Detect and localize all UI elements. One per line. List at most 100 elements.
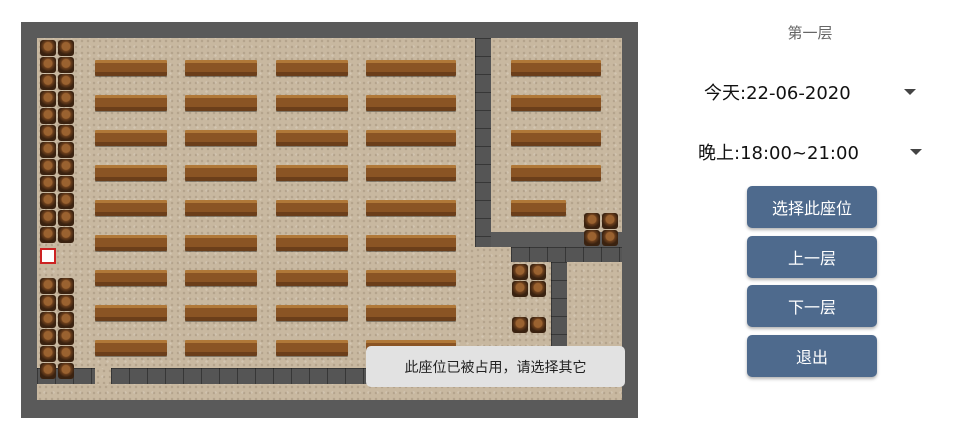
seat[interactable] xyxy=(40,346,56,362)
desk xyxy=(276,235,348,251)
seat[interactable] xyxy=(512,281,528,297)
seat[interactable] xyxy=(530,281,546,297)
seat[interactable] xyxy=(40,363,56,379)
desk xyxy=(95,270,167,286)
seat[interactable] xyxy=(40,278,56,294)
desk xyxy=(511,60,601,76)
desk xyxy=(366,95,456,111)
seat[interactable] xyxy=(40,193,56,209)
seat[interactable] xyxy=(602,213,618,229)
seat[interactable] xyxy=(40,227,56,243)
date-spinner[interactable]: 今天:22-06-2020 xyxy=(704,77,919,107)
seat[interactable] xyxy=(58,312,74,328)
seat[interactable] xyxy=(58,176,74,192)
seat[interactable] xyxy=(58,108,74,124)
desk xyxy=(185,305,257,321)
date-spinner-value: 今天:22-06-2020 xyxy=(704,83,851,104)
seat[interactable] xyxy=(40,159,56,175)
desk xyxy=(511,165,601,181)
seat[interactable] xyxy=(58,74,74,90)
seat[interactable] xyxy=(40,91,56,107)
desk xyxy=(276,60,348,76)
seat[interactable] xyxy=(40,312,56,328)
selected-seat-marker[interactable] xyxy=(40,248,56,264)
seat[interactable] xyxy=(58,142,74,158)
seat[interactable] xyxy=(40,176,56,192)
seat[interactable] xyxy=(58,159,74,175)
desk xyxy=(95,235,167,251)
desk xyxy=(185,270,257,286)
wall-right-room-bottom xyxy=(511,247,622,262)
seat[interactable] xyxy=(40,142,56,158)
seat[interactable] xyxy=(58,329,74,345)
floor-title: 第一层 xyxy=(787,24,833,42)
desk xyxy=(276,130,348,146)
next-floor-button[interactable]: 下一层 xyxy=(747,285,877,327)
desk xyxy=(276,95,348,111)
prev-floor-button[interactable]: 上一层 xyxy=(747,236,877,278)
desk xyxy=(185,95,257,111)
seat[interactable] xyxy=(512,317,528,333)
desk xyxy=(366,305,456,321)
floor-door-left xyxy=(95,368,111,384)
desk xyxy=(366,165,456,181)
seat[interactable] xyxy=(58,227,74,243)
wall-divider xyxy=(475,38,491,247)
desk xyxy=(95,60,167,76)
time-spinner[interactable]: 晚上:18:00~21:00 xyxy=(698,137,923,167)
seat[interactable] xyxy=(602,230,618,246)
desk xyxy=(185,60,257,76)
seat[interactable] xyxy=(40,57,56,73)
select-seat-button[interactable]: 选择此座位 xyxy=(747,186,877,228)
seat[interactable] xyxy=(40,108,56,124)
desk xyxy=(366,60,456,76)
seat[interactable] xyxy=(58,346,74,362)
seat[interactable] xyxy=(58,295,74,311)
desk xyxy=(511,95,601,111)
desk xyxy=(276,165,348,181)
desk xyxy=(185,130,257,146)
exit-button[interactable]: 退出 xyxy=(747,335,877,377)
desk xyxy=(95,130,167,146)
desk xyxy=(95,95,167,111)
dropdown-arrow-icon[interactable] xyxy=(904,89,916,95)
seat[interactable] xyxy=(58,210,74,226)
dropdown-arrow-icon[interactable] xyxy=(910,149,922,155)
seat[interactable] xyxy=(58,278,74,294)
seat[interactable] xyxy=(40,40,56,56)
desk xyxy=(185,165,257,181)
seat[interactable] xyxy=(40,329,56,345)
desk xyxy=(95,200,167,216)
seat[interactable] xyxy=(58,40,74,56)
seat[interactable] xyxy=(58,57,74,73)
desk xyxy=(511,130,601,146)
desk xyxy=(366,130,456,146)
desk xyxy=(276,200,348,216)
desk xyxy=(276,305,348,321)
desk xyxy=(95,165,167,181)
seat[interactable] xyxy=(40,74,56,90)
desk xyxy=(185,200,257,216)
desk xyxy=(185,235,257,251)
desk xyxy=(366,235,456,251)
seat[interactable] xyxy=(40,210,56,226)
desk xyxy=(95,305,167,321)
game-map[interactable]: 此座位已被占用，请选择其它 xyxy=(21,22,638,418)
seat[interactable] xyxy=(58,193,74,209)
seat[interactable] xyxy=(58,125,74,141)
seat[interactable] xyxy=(58,363,74,379)
seat[interactable] xyxy=(40,295,56,311)
seat[interactable] xyxy=(584,213,600,229)
seat[interactable] xyxy=(58,91,74,107)
desk xyxy=(366,200,456,216)
seat[interactable] xyxy=(40,125,56,141)
seat[interactable] xyxy=(530,317,546,333)
seat[interactable] xyxy=(584,230,600,246)
seat[interactable] xyxy=(530,264,546,280)
desk xyxy=(276,270,348,286)
seat[interactable] xyxy=(512,264,528,280)
desk xyxy=(276,340,348,356)
desk xyxy=(511,200,566,216)
desk xyxy=(366,270,456,286)
seat-occupied-toast: 此座位已被占用，请选择其它 xyxy=(366,346,625,387)
